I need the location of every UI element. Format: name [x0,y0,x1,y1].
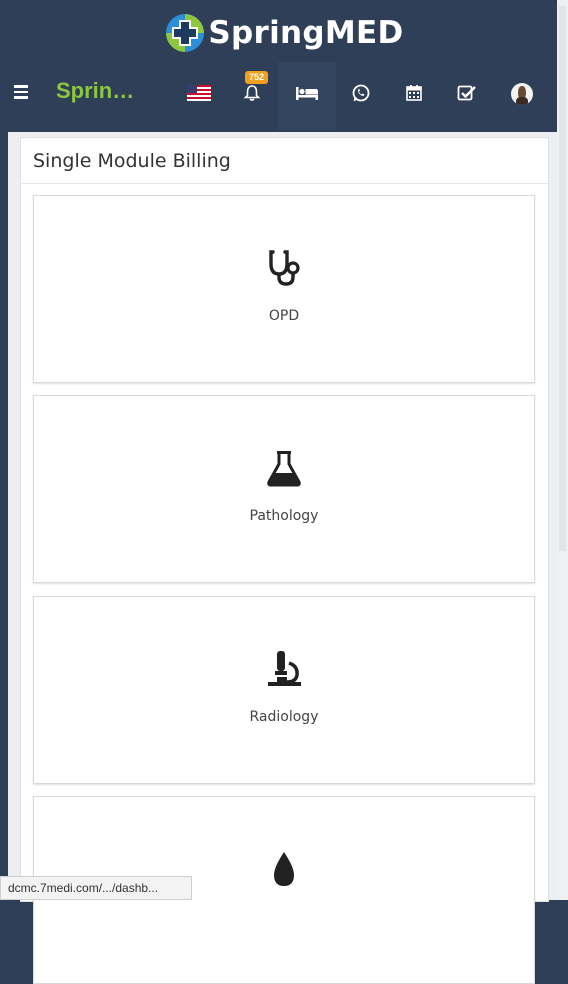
calendar-icon[interactable] [401,80,427,106]
nav-row: Sprin… 752 [0,62,568,130]
flask-icon [262,446,306,490]
status-bar-url: dcmc.7medi.com/.../dashb... [0,876,192,900]
module-label: Pathology [249,508,319,524]
whatsapp-icon[interactable] [348,80,374,106]
top-navbar: SpringMED Sprin… 752 [0,0,568,132]
us-flag-icon[interactable] [186,80,212,106]
page-title: Single Module Billing [33,150,231,172]
module-card-pathology[interactable]: Pathology [33,395,535,583]
module-card-radiology[interactable]: Radiology [33,596,535,784]
stethoscope-icon [262,246,306,290]
brand-name[interactable]: Sprin… [56,78,134,104]
user-avatar[interactable] [511,83,533,105]
scrollbar-thumb[interactable] [559,6,566,551]
check-square-icon[interactable] [454,80,480,106]
module-card-opd[interactable]: OPD [33,195,535,383]
bed-icon[interactable] [294,80,320,106]
blood-drop-icon [262,847,306,891]
panel-header: Single Module Billing [21,138,548,184]
logo-text: SpringMED [208,15,404,51]
microscope-icon [262,647,306,691]
hamburger-menu-icon[interactable] [14,80,38,104]
module-label: OPD [268,308,300,324]
springmed-logo-icon [166,14,205,52]
module-label: Radiology [249,709,319,725]
notification-badge: 752 [245,71,269,84]
logo[interactable]: SpringMED [0,8,568,58]
